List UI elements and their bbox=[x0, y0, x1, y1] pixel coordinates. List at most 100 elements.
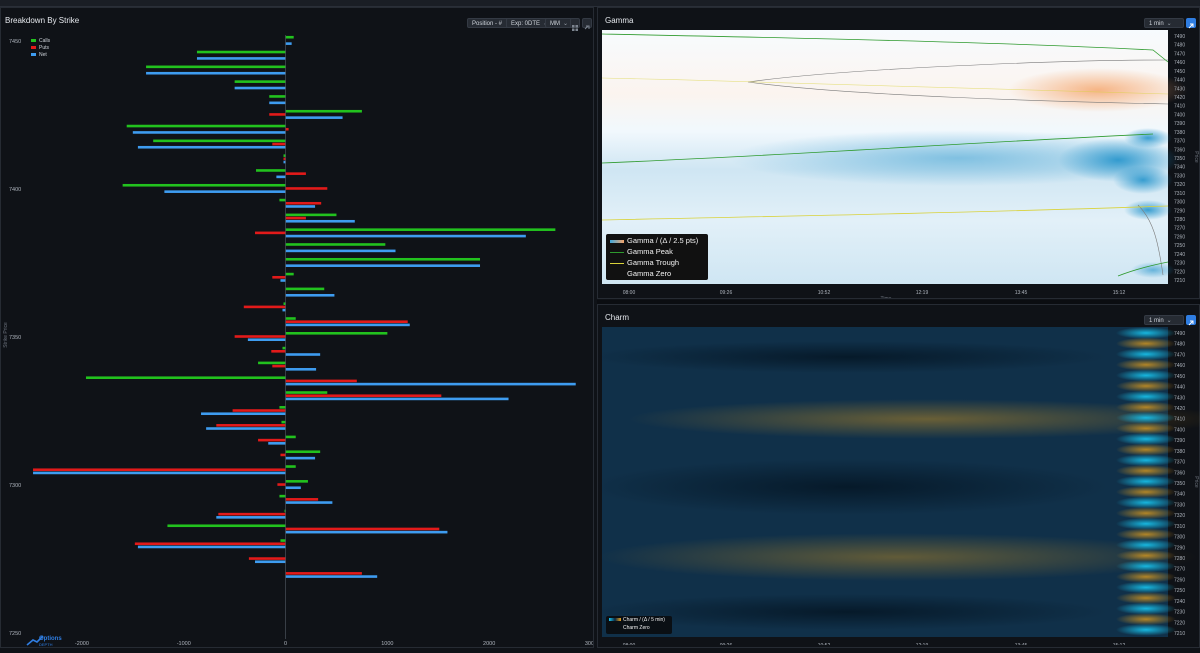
y-tick-label: 7480 bbox=[1174, 43, 1185, 49]
net-bar bbox=[276, 175, 286, 179]
y-tick-label: 7220 bbox=[1174, 269, 1185, 275]
y-tick-label: 7270 bbox=[1174, 226, 1185, 232]
y-tick-label: 7210 bbox=[1174, 278, 1185, 284]
calls-bar bbox=[126, 124, 286, 128]
legend-label: Puts bbox=[39, 45, 50, 51]
x-tick-label: 09:26 bbox=[720, 290, 733, 296]
charm-edge-cell bbox=[1116, 528, 1176, 541]
puts-bar bbox=[285, 320, 408, 323]
charm-positive-band bbox=[598, 533, 1198, 581]
calls-bar bbox=[283, 154, 286, 157]
y-tick-label: 7430 bbox=[1174, 86, 1185, 92]
calls-bar bbox=[122, 183, 286, 187]
legend-label: Charm Zero bbox=[623, 625, 650, 631]
net-bar bbox=[206, 427, 286, 430]
y-tick-label: 7220 bbox=[1174, 620, 1185, 626]
y-tick-label: 7320 bbox=[1174, 513, 1185, 519]
y-tick-label: 7390 bbox=[1174, 438, 1185, 444]
interval-dropdown[interactable]: 1 min ⌄ bbox=[1144, 315, 1184, 325]
charm-heatmap: 08:0009:2610:5212:1913:4515:12Time749074… bbox=[598, 327, 1200, 645]
y-tick-label: 7240 bbox=[1174, 252, 1185, 258]
legend-item: Charm Zero bbox=[609, 625, 650, 631]
y-tick-label: 7460 bbox=[1174, 363, 1185, 369]
net-bar bbox=[285, 486, 301, 490]
link-icon[interactable] bbox=[1186, 18, 1196, 29]
gamma-positive-region bbox=[1124, 128, 1172, 148]
svg-text:DEPTH: DEPTH bbox=[39, 642, 53, 647]
calls-bar bbox=[285, 317, 296, 320]
legend-item: Gamma Peak bbox=[610, 247, 673, 256]
y-tick-label: 7370 bbox=[1174, 139, 1185, 145]
charm-edge-cell bbox=[1116, 337, 1176, 350]
charm-edge-cell bbox=[1116, 602, 1176, 615]
puts-bar bbox=[272, 142, 286, 146]
net-bar bbox=[285, 323, 410, 327]
net-bar bbox=[269, 101, 286, 105]
axis-layer: 74507400735073007250-2000 -1000 0 1000 2000 3… bbox=[3, 35, 593, 647]
charm-negative-band bbox=[598, 459, 1108, 515]
calls-bar bbox=[279, 406, 286, 409]
net-bar bbox=[285, 501, 333, 504]
gamma-positive-region bbox=[1131, 262, 1175, 278]
net-bar bbox=[285, 116, 343, 119]
net-bar bbox=[285, 205, 316, 208]
calls-bar bbox=[196, 50, 286, 54]
link-icon[interactable] bbox=[1186, 315, 1196, 326]
calls-bar bbox=[285, 243, 386, 246]
puts-bar bbox=[234, 335, 286, 338]
gamma-gradient-swatch bbox=[610, 239, 624, 243]
net-bar bbox=[285, 353, 321, 356]
y-tick-label: 7410 bbox=[1174, 104, 1185, 110]
charm-edge-cell bbox=[1116, 348, 1176, 361]
position-label: Position - # bbox=[472, 21, 503, 27]
charm-negative-band bbox=[598, 594, 1108, 630]
x-tick-label: 2000 bbox=[483, 641, 495, 647]
y-axis-label: Strike Price bbox=[3, 322, 9, 348]
charm-edge-cell bbox=[1116, 613, 1176, 626]
y-tick-label: 7350 bbox=[1174, 481, 1185, 487]
charm-edge-cell bbox=[1116, 560, 1176, 573]
x-tick-label: 15:12 bbox=[1113, 290, 1126, 296]
legend-label: Net bbox=[39, 52, 47, 58]
charm-edge-cell bbox=[1116, 443, 1176, 456]
y-tick-label: 7390 bbox=[1174, 121, 1185, 127]
puts-bar bbox=[283, 157, 286, 161]
link-icon[interactable] bbox=[582, 18, 592, 30]
y-tick-label: 7310 bbox=[1174, 524, 1185, 530]
chevron-down-icon: ⌄ bbox=[1166, 318, 1172, 324]
puts-bar bbox=[277, 483, 286, 486]
grid-icon[interactable] bbox=[570, 18, 580, 31]
net-bar bbox=[201, 412, 286, 416]
y-tick-label: 7440 bbox=[1174, 78, 1185, 84]
legend-item: Gamma Zero bbox=[610, 269, 671, 278]
puts-bar bbox=[272, 364, 286, 368]
panel-title: Charm bbox=[605, 313, 630, 322]
gamma-panel: Gamma 1 min ⌄ 08:00 09:26 10:52 12:19 13… bbox=[597, 7, 1200, 299]
charm-edge-cell bbox=[1116, 570, 1176, 583]
calls-bar bbox=[281, 420, 286, 424]
legend-swatch bbox=[31, 39, 36, 42]
y-tick-label: 7230 bbox=[1174, 261, 1185, 267]
net-bar bbox=[137, 145, 286, 149]
interval-dropdown[interactable]: 1 min ⌄ bbox=[1144, 18, 1184, 28]
puts-bar bbox=[269, 113, 286, 116]
charm-edge-cell bbox=[1116, 464, 1176, 477]
mode-label: MM bbox=[550, 21, 560, 27]
mode-dropdown[interactable]: MM ⌄ bbox=[545, 18, 574, 28]
legend-item: Charm / (Δ / 5 min) bbox=[609, 617, 665, 623]
charm-edge-cell bbox=[1116, 358, 1176, 371]
puts-bar bbox=[216, 424, 286, 427]
charm-edge-cell bbox=[1116, 592, 1176, 604]
charm-gradient-swatch bbox=[609, 618, 621, 622]
y-tick-label: 7250 bbox=[1174, 243, 1185, 249]
net-bar bbox=[285, 234, 526, 238]
y-tick-label: 7400 bbox=[9, 187, 21, 193]
expiry-label: Exp: 0DTE bbox=[511, 21, 541, 27]
puts-bar bbox=[33, 468, 286, 472]
net-bar bbox=[216, 516, 286, 519]
y-tick-label: 7270 bbox=[1174, 567, 1185, 573]
charm-edge-cell bbox=[1116, 549, 1176, 562]
net-bar bbox=[280, 279, 286, 282]
charm-edge-cell bbox=[1116, 390, 1176, 403]
puts-bar bbox=[285, 379, 357, 383]
